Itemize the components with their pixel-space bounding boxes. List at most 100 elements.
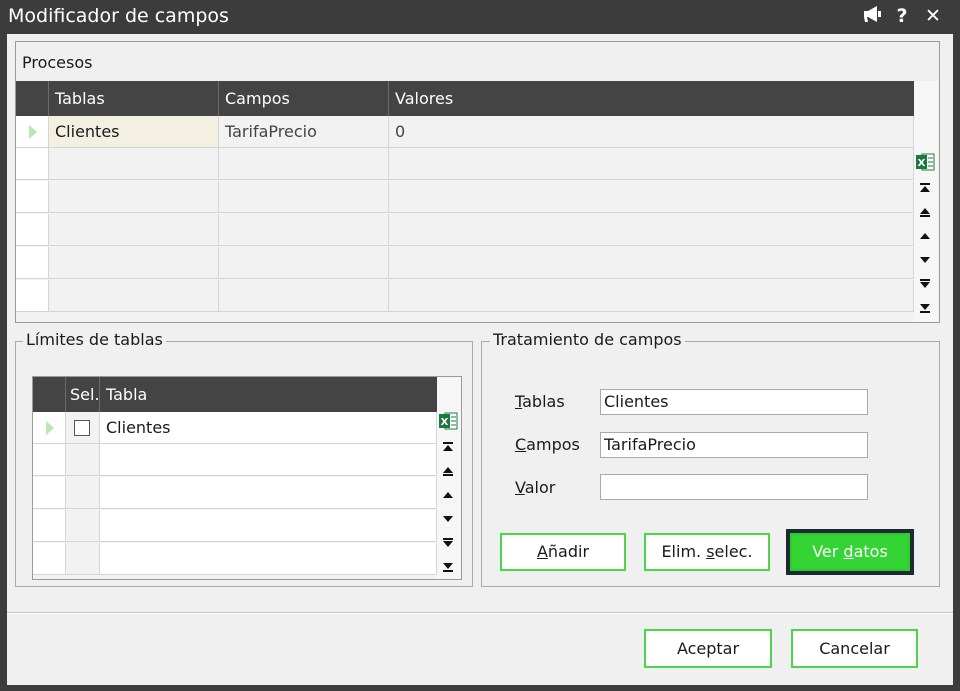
elim-selec-button[interactable]: Elim. selec. [644,533,770,571]
row-selector[interactable] [16,280,49,312]
table-row[interactable] [16,148,914,180]
last-record-icon[interactable] [437,556,459,578]
table-row[interactable] [33,543,437,575]
procesos-grid[interactable]: Tablas Campos Valores Clientes TarifaPre… [16,81,914,322]
table-row[interactable] [33,477,437,509]
anadir-button[interactable]: Añadir [500,533,626,571]
cell-tabla[interactable] [100,444,437,476]
column-header-valores[interactable]: Valores [389,81,914,116]
limites-grid[interactable]: Sel. Tabla Clientes [32,376,437,580]
row-header-column [33,377,66,412]
table-row[interactable] [16,280,914,312]
row-selector[interactable] [33,444,66,476]
tablas-field[interactable]: Clientes [600,389,868,415]
cell-valores[interactable] [389,148,914,180]
column-header-campos[interactable]: Campos [219,81,389,116]
footer-divider-highlight [7,613,953,614]
procesos-grid-header: Tablas Campos Valores [16,81,914,116]
next-page-icon[interactable] [914,273,936,295]
row-selector[interactable] [33,510,66,542]
previous-record-icon[interactable] [914,225,936,247]
row-selector[interactable] [16,116,49,148]
cell-tabla[interactable]: Clientes [100,412,437,444]
current-row-indicator-icon [29,125,37,139]
valor-field[interactable] [600,474,868,500]
row-selector[interactable] [33,412,66,444]
previous-page-icon[interactable] [437,460,459,482]
next-page-icon[interactable] [437,532,459,554]
cell-campos[interactable] [219,247,389,279]
tratamiento-panel: Tratamiento de campos Tablas Clientes Ca… [481,330,940,587]
cell-tabla[interactable] [100,510,437,542]
tratamiento-label: Tratamiento de campos [490,330,685,349]
limites-grid-toolbar: X [437,376,462,580]
close-icon[interactable]: ✕ [921,4,945,28]
cell-campos[interactable] [219,148,389,180]
next-record-icon[interactable] [914,249,936,271]
campos-label: Campos [515,435,580,454]
cell-campos[interactable]: TarifaPrecio [219,116,389,148]
cell-valores[interactable] [389,280,914,312]
cell-campos[interactable] [219,280,389,312]
table-row[interactable] [16,181,914,213]
first-record-icon[interactable] [914,177,936,199]
select-checkbox[interactable] [74,420,90,436]
cell-valores[interactable] [389,247,914,279]
table-row[interactable] [16,214,914,246]
row-selector[interactable] [33,543,66,575]
cell-tablas[interactable] [49,181,219,213]
dialog-body: Procesos Tablas Campos Valores Clientes … [7,34,953,685]
cell-valores[interactable]: 0 [389,116,914,148]
excel-export-icon[interactable]: X [914,151,936,173]
row-selector[interactable] [16,214,49,246]
previous-record-icon[interactable] [437,484,459,506]
first-record-icon[interactable] [437,436,459,458]
table-row[interactable] [16,247,914,279]
cell-tabla[interactable] [100,477,437,509]
row-selector[interactable] [16,181,49,213]
cell-valores[interactable] [389,181,914,213]
cell-tablas[interactable] [49,214,219,246]
cell-sel[interactable] [66,510,100,542]
column-header-tablas[interactable]: Tablas [49,81,219,116]
limites-grid-header: Sel. Tabla [33,377,437,412]
next-record-icon[interactable] [437,508,459,530]
row-selector[interactable] [16,247,49,279]
cell-tablas[interactable]: Clientes [49,116,219,148]
campos-field[interactable]: TarifaPrecio [600,432,868,458]
cell-campos[interactable] [219,214,389,246]
modal-window: Modificador de campos ? ✕ Procesos Tabla… [0,0,960,691]
cell-tablas[interactable] [49,247,219,279]
previous-page-icon[interactable] [914,201,936,223]
table-row[interactable]: Clientes TarifaPrecio 0 [16,116,914,148]
cell-tablas[interactable] [49,280,219,312]
table-row[interactable]: Clientes [33,412,437,444]
valor-label: Valor [515,478,556,497]
last-record-icon[interactable] [914,297,936,319]
current-row-indicator-icon [46,421,54,435]
cell-sel[interactable] [66,444,100,476]
cell-tabla[interactable] [100,543,437,575]
cancelar-button[interactable]: Cancelar [791,629,918,668]
row-selector[interactable] [33,477,66,509]
cell-sel[interactable] [66,543,100,575]
column-header-tabla[interactable]: Tabla [100,377,437,412]
tablas-label: Tablas [515,392,565,411]
cell-valores[interactable] [389,214,914,246]
window-title: Modificador de campos [8,5,229,27]
cell-sel[interactable] [66,477,100,509]
cell-tablas[interactable] [49,148,219,180]
help-icon[interactable]: ? [890,4,914,28]
aceptar-button[interactable]: Aceptar [644,629,772,668]
excel-export-icon[interactable]: X [437,410,459,432]
cell-campos[interactable] [219,181,389,213]
table-row[interactable] [33,510,437,542]
column-header-sel[interactable]: Sel. [66,377,100,412]
row-header-column [16,81,49,116]
megaphone-icon[interactable] [861,4,885,28]
ver-datos-button[interactable]: Ver datos [790,533,910,571]
row-selector[interactable] [16,148,49,180]
table-row[interactable] [33,444,437,476]
procesos-panel: Procesos Tablas Campos Valores Clientes … [15,41,940,323]
limites-label: Límites de tablas [23,330,166,349]
